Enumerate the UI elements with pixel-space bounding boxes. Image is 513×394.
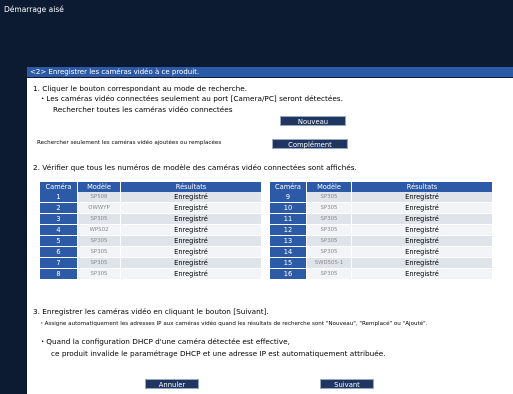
camera-number: 10 (270, 203, 307, 214)
dhcp-line-2: ce produit invalide le paramétrage DHCP … (51, 349, 386, 358)
result-cell: Enregistré (352, 192, 493, 203)
dhcp-line-1: ・Quand la configuration DHCP d'une camér… (39, 337, 290, 346)
result-cell: Enregistré (352, 203, 493, 214)
table-row: 1 SP508 Enregistré (40, 192, 262, 203)
col-results: Résultats (352, 182, 493, 192)
window-title: Démarrage aisé (4, 5, 64, 14)
camera-number: 8 (40, 269, 78, 280)
table-row: 16 SP305 Enregistré (270, 269, 493, 280)
col-camera: Caméra (270, 182, 307, 192)
model-cell: SP305 (307, 269, 352, 280)
model-cell: SP305 (307, 225, 352, 236)
model-cell: SP305 (78, 269, 121, 280)
section3-note: ・Assigne automatiquement les adresses IP… (39, 321, 428, 327)
model-cell: WPS02 (78, 225, 121, 236)
result-cell: Enregistré (352, 225, 493, 236)
result-cell: Enregistré (121, 247, 262, 258)
model-cell: SP305 (307, 247, 352, 258)
content-panel: 1. Cliquer le bouton correspondant au mo… (27, 78, 513, 394)
model-cell: SWD505-1 (307, 258, 352, 269)
model-cell: SP305 (307, 214, 352, 225)
result-cell: Enregistré (121, 214, 262, 225)
camera-table-left: Caméra Modèle Résultats 1 SP508 Enregistré… (40, 182, 262, 280)
camera-number: 6 (40, 247, 78, 258)
table-row: 6 SP305 Enregistré (40, 247, 262, 258)
camera-number: 2 (40, 203, 78, 214)
search-added-label: Rechercher seulement les caméras vidéo a… (37, 140, 222, 146)
camera-number: 12 (270, 225, 307, 236)
result-cell: Enregistré (352, 236, 493, 247)
result-cell: Enregistré (121, 269, 262, 280)
section3-title: 3. Enregistrer les caméras vidéo en cliq… (33, 307, 269, 316)
table-row: 12 SP305 Enregistré (270, 225, 493, 236)
model-cell: SP305 (307, 192, 352, 203)
model-cell: SP305 (307, 236, 352, 247)
table-row: 14 SP305 Enregistré (270, 247, 493, 258)
table-row: 13 SP305 Enregistré (270, 236, 493, 247)
search-all-label: Rechercher toutes les caméras vidéo conn… (53, 105, 233, 114)
camera-number: 9 (270, 192, 307, 203)
result-cell: Enregistré (352, 258, 493, 269)
table-row: 15 SWD505-1 Enregistré (270, 258, 493, 269)
result-cell: Enregistré (352, 214, 493, 225)
model-cell: SP305 (78, 236, 121, 247)
window: Démarrage aisé <2> Enregistrer les camér… (0, 0, 513, 394)
section2-title: 2. Vérifier que tous les numéros de modè… (33, 163, 357, 172)
camera-number: 11 (270, 214, 307, 225)
result-cell: Enregistré (121, 203, 262, 214)
table-row: 7 SP305 Enregistré (40, 258, 262, 269)
model-cell: SP508 (78, 192, 121, 203)
camera-number: 5 (40, 236, 78, 247)
section1-title: 1. Cliquer le bouton correspondant au mo… (33, 84, 248, 93)
model-cell: OWWYP (78, 203, 121, 214)
col-results: Résultats (121, 182, 262, 192)
col-model: Modèle (78, 182, 121, 192)
result-cell: Enregistré (121, 258, 262, 269)
table-row: 10 SP305 Enregistré (270, 203, 493, 214)
next-button[interactable]: Suivant (320, 379, 374, 389)
col-camera: Caméra (40, 182, 78, 192)
table-row: 3 SP305 Enregistré (40, 214, 262, 225)
col-model: Modèle (307, 182, 352, 192)
result-cell: Enregistré (121, 192, 262, 203)
result-cell: Enregistré (121, 236, 262, 247)
camera-table-right: Caméra Modèle Résultats 9 SP305 Enregistré… (270, 182, 493, 280)
step-header-bar: <2> Enregistrer les caméras vidéo à ce p… (27, 67, 513, 77)
table-row: 8 SP305 Enregistré (40, 269, 262, 280)
camera-number: 4 (40, 225, 78, 236)
step-header: <2> Enregistrer les caméras vidéo à ce p… (27, 67, 513, 77)
camera-number: 16 (270, 269, 307, 280)
table-row: 2 OWWYP Enregistré (40, 203, 262, 214)
model-cell: SP305 (307, 203, 352, 214)
result-cell: Enregistré (352, 269, 493, 280)
camera-number: 14 (270, 247, 307, 258)
table-row: 11 SP305 Enregistré (270, 214, 493, 225)
camera-number: 15 (270, 258, 307, 269)
camera-number: 7 (40, 258, 78, 269)
table-row: 5 SP305 Enregistré (40, 236, 262, 247)
model-cell: SP305 (78, 258, 121, 269)
camera-number: 1 (40, 192, 78, 203)
result-cell: Enregistré (352, 247, 493, 258)
model-cell: SP305 (78, 214, 121, 225)
model-cell: SP305 (78, 247, 121, 258)
complement-button[interactable]: Complément (272, 139, 348, 149)
camera-number: 13 (270, 236, 307, 247)
table-row: 9 SP305 Enregistré (270, 192, 493, 203)
cancel-button[interactable]: Annuler (145, 379, 199, 389)
camera-number: 3 (40, 214, 78, 225)
nouveau-button[interactable]: Nouveau (280, 116, 346, 126)
section1-note: ・Les caméras vidéo connectées seulement … (39, 94, 343, 103)
result-cell: Enregistré (121, 225, 262, 236)
table-row: 4 WPS02 Enregistré (40, 225, 262, 236)
